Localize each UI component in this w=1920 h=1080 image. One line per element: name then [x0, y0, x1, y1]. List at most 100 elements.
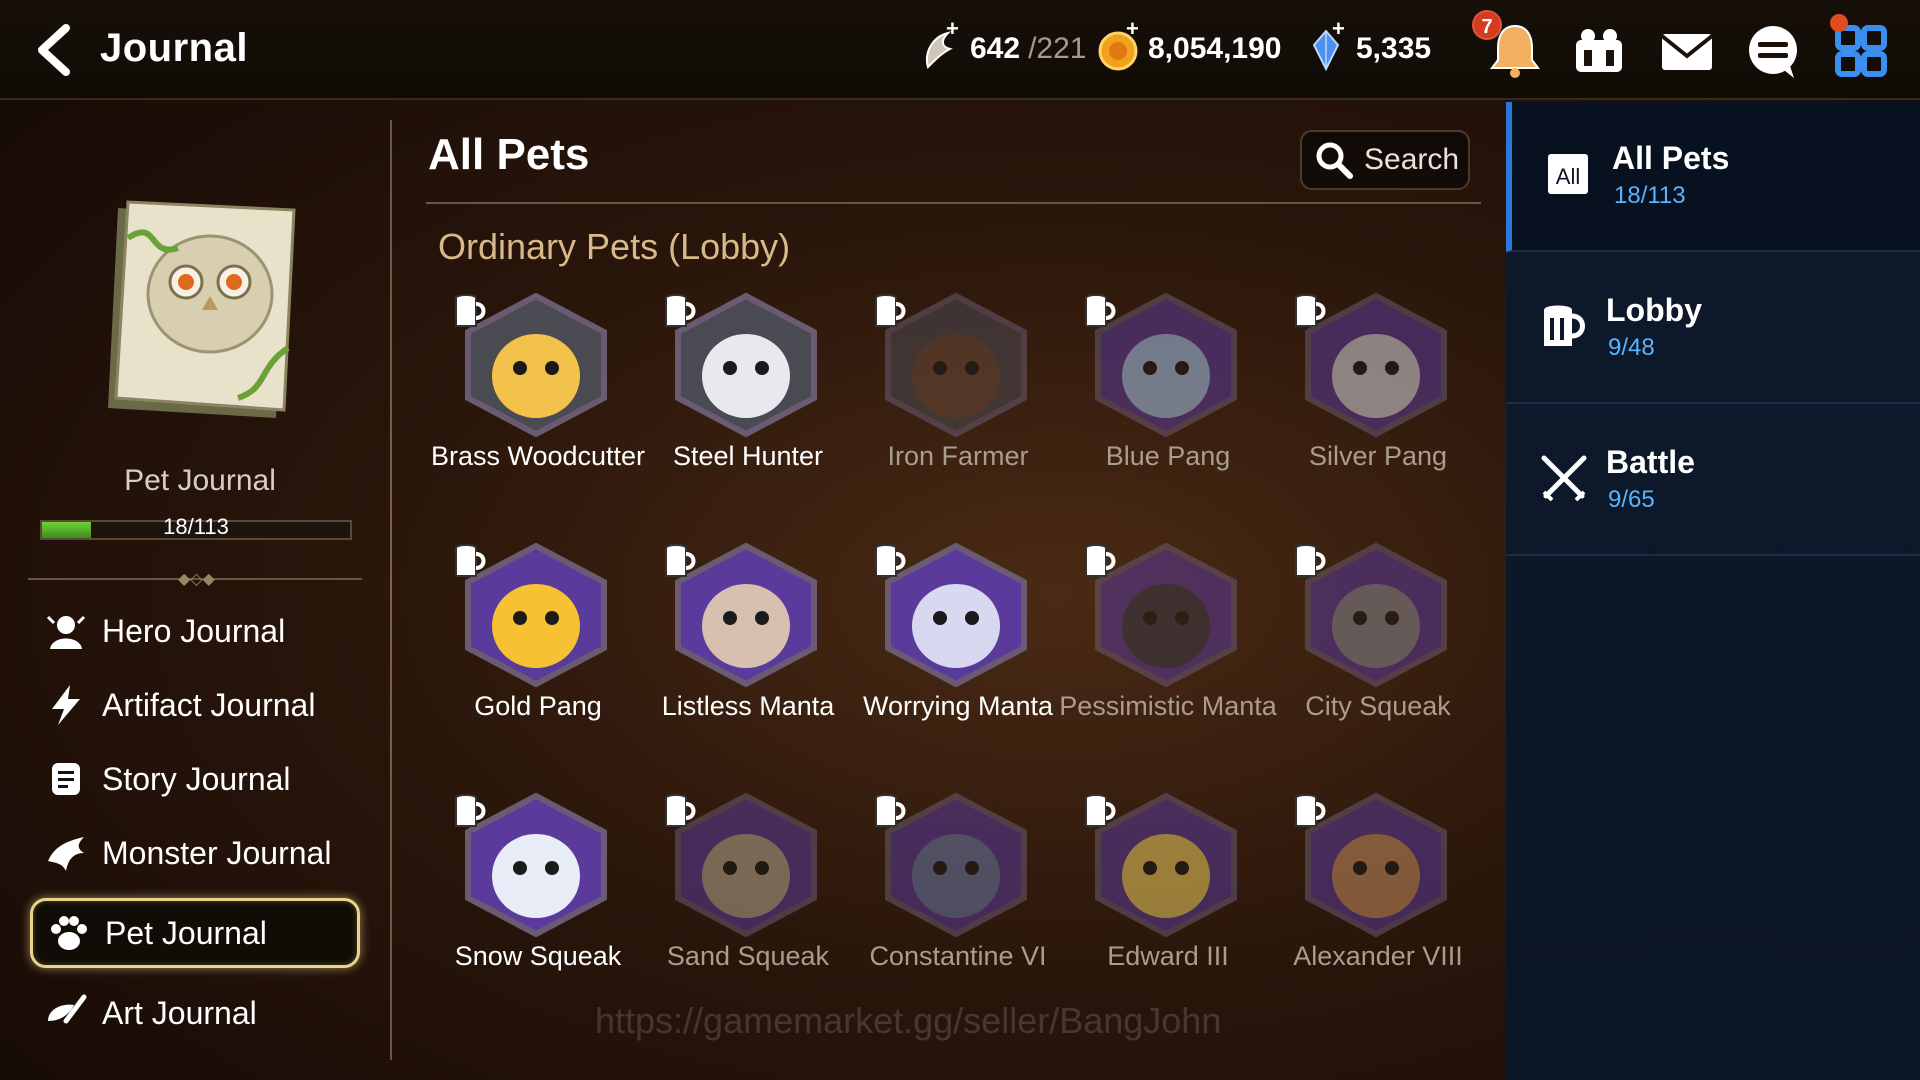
- sidebar-item-label: Hero Journal: [102, 612, 286, 649]
- mug-icon: [1085, 294, 1116, 327]
- chat-icon[interactable]: [1742, 20, 1804, 82]
- stamina-value: 642: [970, 32, 1021, 65]
- pet-card[interactable]: Blue Pang: [1058, 292, 1258, 532]
- search-label: Search: [1364, 143, 1460, 176]
- mug-icon: [455, 544, 486, 577]
- stamina-plus-icon[interactable]: +: [946, 16, 959, 42]
- mug-icon: [455, 294, 486, 327]
- pet-name: City Squeak: [1305, 691, 1451, 721]
- page-title: Journal: [100, 26, 248, 70]
- pet-list-panel: All Pets Search Ordinary Pets (Lobby) Br…: [400, 102, 1505, 1080]
- mug-icon: [665, 794, 696, 827]
- sidebar-item-label: Artifact Journal: [102, 686, 316, 723]
- paintbrush-icon: [48, 994, 87, 1024]
- top-bar: Journal + 642/221 + 8,054,190 + 5,335 7: [0, 0, 1920, 100]
- journal-name: Pet Journal: [124, 464, 276, 497]
- crystal-value: 5,335: [1356, 32, 1432, 65]
- group-title: Ordinary Pets (Lobby): [438, 226, 791, 267]
- mug-icon: [875, 794, 906, 827]
- notification-badge: 7: [1472, 10, 1502, 40]
- stamina-counter[interactable]: + 642/221: [918, 16, 1086, 74]
- pet-card[interactable]: Pessimistic Manta: [1058, 542, 1277, 782]
- mug-icon: [1544, 305, 1585, 346]
- mug-icon: [665, 294, 696, 327]
- sidebar-item-hero-journal[interactable]: Hero Journal: [30, 596, 360, 666]
- pet-card[interactable]: Worrying Manta: [848, 542, 1053, 782]
- category-label: All Pets: [1612, 140, 1730, 176]
- pet-name: Constantine VI: [869, 941, 1047, 971]
- lightning-icon: [52, 685, 80, 725]
- category-lobby[interactable]: Lobby 9/48: [1506, 254, 1920, 404]
- sidebar-item-art-journal[interactable]: Art Journal: [30, 978, 360, 1048]
- hero-icon: [46, 615, 86, 649]
- section-title: All Pets: [428, 130, 590, 179]
- pet-name: Blue Pang: [1105, 441, 1231, 471]
- mug-icon: [1085, 544, 1116, 577]
- gold-value: 8,054,190: [1148, 32, 1282, 65]
- gold-counter[interactable]: + 8,054,190: [1096, 16, 1282, 74]
- panel-divider: [390, 120, 392, 1060]
- sidebar-item-monster-journal[interactable]: Monster Journal: [30, 818, 360, 888]
- journal-progress-text: 18/113: [163, 514, 229, 539]
- sidebar-item-story-journal[interactable]: Story Journal: [30, 744, 360, 814]
- mug-icon: [455, 794, 486, 827]
- sidebar-item-pet-journal[interactable]: Pet Journal: [30, 898, 360, 968]
- pet-name: Listless Manta: [661, 691, 835, 721]
- pet-card[interactable]: Brass Woodcutter: [428, 292, 645, 532]
- pet-name: Snow Squeak: [454, 941, 622, 971]
- crossed-swords-icon: [1541, 455, 1587, 502]
- search-icon: [1316, 142, 1353, 179]
- sidebar-item-label: Pet Journal: [105, 914, 267, 951]
- mug-icon: [1295, 544, 1326, 577]
- sidebar-item-artifact-journal[interactable]: Artifact Journal: [30, 670, 360, 740]
- pet-card[interactable]: City Squeak: [1268, 542, 1468, 782]
- pet-card[interactable]: Silver Pang: [1268, 292, 1468, 532]
- pet-name: Steel Hunter: [672, 441, 824, 471]
- pet-name: Iron Farmer: [887, 441, 1029, 471]
- pet-card[interactable]: Sand Squeak: [638, 792, 838, 1032]
- pet-name: Gold Pang: [474, 691, 602, 721]
- category-all-pets[interactable]: All All Pets 18/113: [1506, 102, 1920, 252]
- sidebar-item-label: Story Journal: [102, 760, 291, 797]
- pet-card[interactable]: Edward III: [1058, 792, 1258, 1032]
- pet-name: Alexander VIII: [1293, 941, 1463, 971]
- friends-icon[interactable]: [1568, 20, 1630, 82]
- svg-text:All: All: [1556, 164, 1580, 189]
- mug-icon: [875, 294, 906, 327]
- mail-icon[interactable]: [1656, 20, 1718, 82]
- pet-name: Silver Pang: [1308, 441, 1448, 471]
- pet-card[interactable]: Listless Manta: [638, 542, 838, 782]
- pet-journal-book-icon: [108, 200, 296, 418]
- sidebar-divider: ◆◇◆: [28, 571, 362, 588]
- category-label: Battle: [1606, 444, 1695, 480]
- pet-card[interactable]: Steel Hunter: [638, 292, 838, 532]
- crystal-counter[interactable]: + 5,335: [1304, 16, 1432, 74]
- sidebar-item-label: Art Journal: [102, 994, 257, 1031]
- pet-name: Sand Squeak: [666, 941, 830, 971]
- category-count: 9/48: [1608, 334, 1655, 361]
- category-panel: All All Pets 18/113 Lobby 9/48 Battle 9/…: [1506, 102, 1920, 1080]
- scroll-icon: [52, 763, 80, 795]
- dragon-icon: [48, 837, 84, 871]
- mug-icon: [665, 544, 696, 577]
- paw-icon: [51, 916, 87, 950]
- search-button[interactable]: Search: [1300, 130, 1470, 190]
- gold-plus-icon[interactable]: +: [1126, 16, 1139, 42]
- crystal-plus-icon[interactable]: +: [1332, 16, 1345, 42]
- journal-sidebar: Pet Journal 18/113 ◆◇◆ Hero Journal Arti…: [0, 102, 385, 1080]
- back-arrow-icon[interactable]: [28, 22, 84, 78]
- pet-card[interactable]: Constantine VI: [848, 792, 1048, 1032]
- category-count: 9/65: [1608, 486, 1655, 513]
- mug-icon: [1085, 794, 1116, 827]
- category-count: 18/113: [1614, 182, 1686, 209]
- pet-card[interactable]: Iron Farmer: [848, 292, 1048, 532]
- mug-icon: [875, 544, 906, 577]
- pet-name: Worrying Manta: [862, 691, 1054, 721]
- category-battle[interactable]: Battle 9/65: [1506, 406, 1920, 556]
- pet-card[interactable]: Alexander VIII: [1268, 792, 1468, 1032]
- pet-name: Brass Woodcutter: [430, 441, 646, 471]
- watermark: https://gamemarket.gg/seller/BangJohn: [595, 1000, 1222, 1041]
- all-icon: All: [1548, 154, 1588, 194]
- pet-card[interactable]: Gold Pang: [428, 542, 628, 782]
- pet-card[interactable]: Snow Squeak: [428, 792, 628, 1032]
